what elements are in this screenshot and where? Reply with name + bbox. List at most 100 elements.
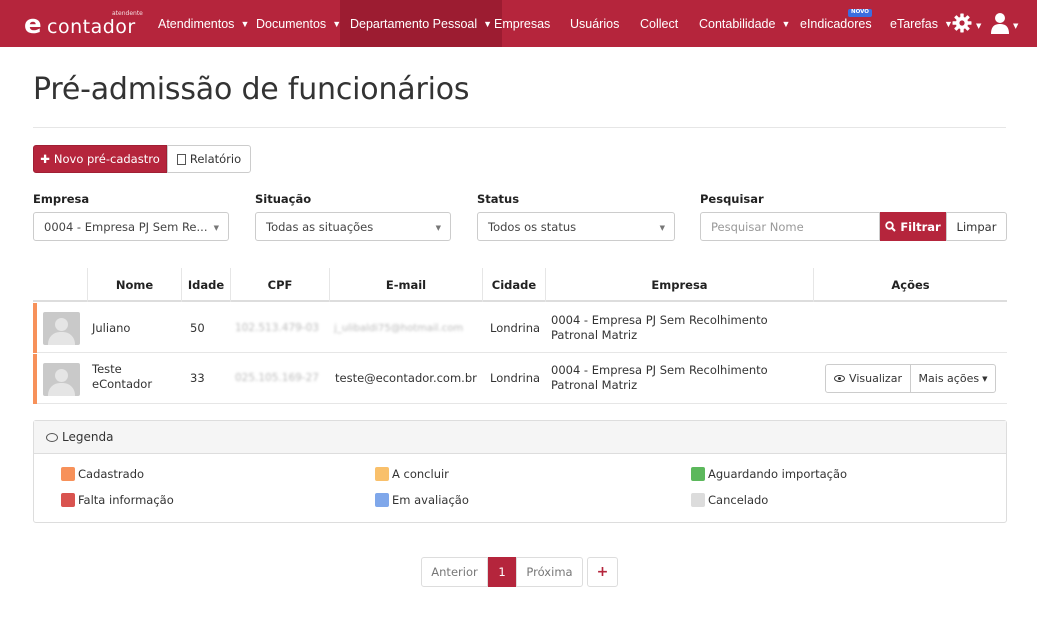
button-label: Filtrar xyxy=(900,219,941,234)
legend-item-aguardando: Aguardando importação xyxy=(691,467,847,481)
situacao-select[interactable]: Todas as situações ▼ xyxy=(255,212,451,241)
nav-label: Contabilidade xyxy=(699,16,776,31)
col-cidade: Cidade xyxy=(482,268,545,302)
plus-icon: ✚ xyxy=(40,152,50,166)
legend-header: Legenda xyxy=(34,421,1006,454)
nav-label: Documentos xyxy=(256,16,327,31)
name-redaction xyxy=(132,311,180,345)
select-value: 0004 - Empresa PJ Sem Re... xyxy=(44,219,208,234)
econtador-logo[interactable]: atendente e contador xyxy=(24,7,144,41)
nav-empresas[interactable]: Empresas xyxy=(494,0,550,47)
nav-eindicadores[interactable]: eIndicadores xyxy=(800,0,872,47)
empresa-label: Empresa xyxy=(33,192,90,206)
col-empresa: Empresa xyxy=(545,268,813,302)
status-indicator xyxy=(33,303,37,353)
table-header: Nome Idade CPF E-mail Cidade Empresa Açõ… xyxy=(33,268,1007,302)
pagination-add-button[interactable]: + xyxy=(587,557,618,587)
table-row[interactable]: Juliano 50 102.513.479-03 j_ulibaldi75@h… xyxy=(33,303,1007,353)
legend-label: Cadastrado xyxy=(78,467,145,481)
swatch xyxy=(375,467,389,481)
swatch xyxy=(691,493,705,507)
table-row[interactable]: Teste eContador 33 025.105.169-27 teste@… xyxy=(33,354,1007,404)
cell-cidade: Londrina xyxy=(490,371,541,385)
col-acoes: Ações xyxy=(813,268,1007,302)
search-input[interactable] xyxy=(700,212,880,241)
chevron-down-icon: ▼ xyxy=(781,18,791,29)
chevron-down-icon: ▼ xyxy=(435,224,441,232)
avatar xyxy=(43,312,80,345)
chevron-down-icon: ▼ xyxy=(659,224,665,232)
legend-label: Em avaliação xyxy=(392,493,469,507)
document-icon xyxy=(176,153,186,165)
nav-label: Usuários xyxy=(570,16,620,31)
chevron-down-icon: ▼ xyxy=(240,18,250,29)
pesquisar-label: Pesquisar xyxy=(700,192,764,206)
nav-collect[interactable]: Collect xyxy=(640,0,678,47)
more-actions-button[interactable]: Mais ações ▼ xyxy=(910,364,996,393)
col-nome: Nome xyxy=(87,268,181,302)
avatar xyxy=(43,363,80,396)
search-icon xyxy=(885,221,897,232)
status-indicator xyxy=(33,354,37,404)
user-icon[interactable] xyxy=(990,12,1010,34)
status-label: Status xyxy=(477,192,520,206)
cell-idade: 50 xyxy=(190,321,205,335)
cell-cpf: 102.513.479-03 xyxy=(235,322,319,334)
clear-button[interactable]: Limpar xyxy=(946,212,1007,241)
cell-idade: 33 xyxy=(190,371,205,385)
button-label: Relatório xyxy=(189,152,242,166)
pagination-prev[interactable]: Anterior xyxy=(421,557,488,587)
cell-email: teste@econtador.com.br xyxy=(335,371,477,385)
logo-mark: e xyxy=(24,10,42,40)
nav-label: Empresas xyxy=(494,16,551,31)
button-label: Mais ações xyxy=(918,372,980,385)
legend-panel: Legenda Cadastrado A concluir Aguardando… xyxy=(33,420,1007,523)
legend-label: Cancelado xyxy=(708,493,769,507)
pagination-page-1[interactable]: 1 xyxy=(488,557,516,587)
nav-etarefas[interactable]: eTarefas ▼ xyxy=(890,0,953,47)
user-caret-icon: ▼ xyxy=(1013,22,1019,30)
legend-item-a-concluir: A concluir xyxy=(375,467,449,481)
gear-icon[interactable] xyxy=(952,13,972,33)
button-label: Visualizar xyxy=(849,372,902,385)
col-idade: Idade xyxy=(181,268,230,302)
comment-icon xyxy=(46,432,58,442)
nav-label: eIndicadores xyxy=(800,16,872,31)
cell-empresa: 0004 - Empresa PJ Sem Recolhimento Patro… xyxy=(551,313,768,342)
chevron-down-icon: ▼ xyxy=(213,224,219,232)
cell-empresa: 0004 - Empresa PJ Sem Recolhimento Patro… xyxy=(551,363,768,392)
nav-label: Departamento Pessoal xyxy=(350,16,478,31)
nav-usuarios[interactable]: Usuários xyxy=(570,0,619,47)
col-cpf: CPF xyxy=(230,268,329,302)
nav-label: Atendimentos xyxy=(158,16,235,31)
filter-button[interactable]: Filtrar xyxy=(880,212,946,241)
page-title: Pré-admissão de funcionários xyxy=(33,72,470,107)
eye-icon xyxy=(834,375,846,382)
empresa-select[interactable]: 0004 - Empresa PJ Sem Re... ▼ xyxy=(33,212,229,241)
legend-item-cancelado: Cancelado xyxy=(691,493,768,507)
nav-atendimentos[interactable]: Atendimentos ▼ xyxy=(158,0,249,47)
new-precadastro-button[interactable]: ✚ Novo pré-cadastro xyxy=(33,145,167,173)
caret-down-icon: ▼ xyxy=(982,374,988,383)
swatch xyxy=(375,493,389,507)
col-email: E-mail xyxy=(329,268,482,302)
report-button[interactable]: Relatório xyxy=(167,145,251,173)
nav-contabilidade[interactable]: Contabilidade ▼ xyxy=(699,0,790,47)
pagination-next[interactable]: Próxima xyxy=(516,557,583,587)
view-button[interactable]: Visualizar xyxy=(825,364,911,393)
nav-departamento-pessoal[interactable]: Departamento Pessoal ▼ xyxy=(340,0,503,47)
nav-label: eTarefas xyxy=(890,16,938,31)
cell-nome: Juliano xyxy=(92,321,131,335)
title-divider xyxy=(33,127,1006,128)
legend-label: A concluir xyxy=(392,467,449,481)
select-value: Todas as situações xyxy=(266,219,374,234)
legend-item-em-avaliacao: Em avaliação xyxy=(375,493,469,507)
legend-item-cadastrado: Cadastrado xyxy=(61,467,144,481)
cell-cpf: 025.105.169-27 xyxy=(235,372,319,384)
nav-documentos[interactable]: Documentos ▼ xyxy=(256,0,341,47)
status-select[interactable]: Todos os status ▼ xyxy=(477,212,675,241)
swatch xyxy=(61,467,75,481)
swatch xyxy=(61,493,75,507)
chevron-down-icon: ▼ xyxy=(483,18,493,29)
novo-badge: NOVO xyxy=(848,9,872,17)
